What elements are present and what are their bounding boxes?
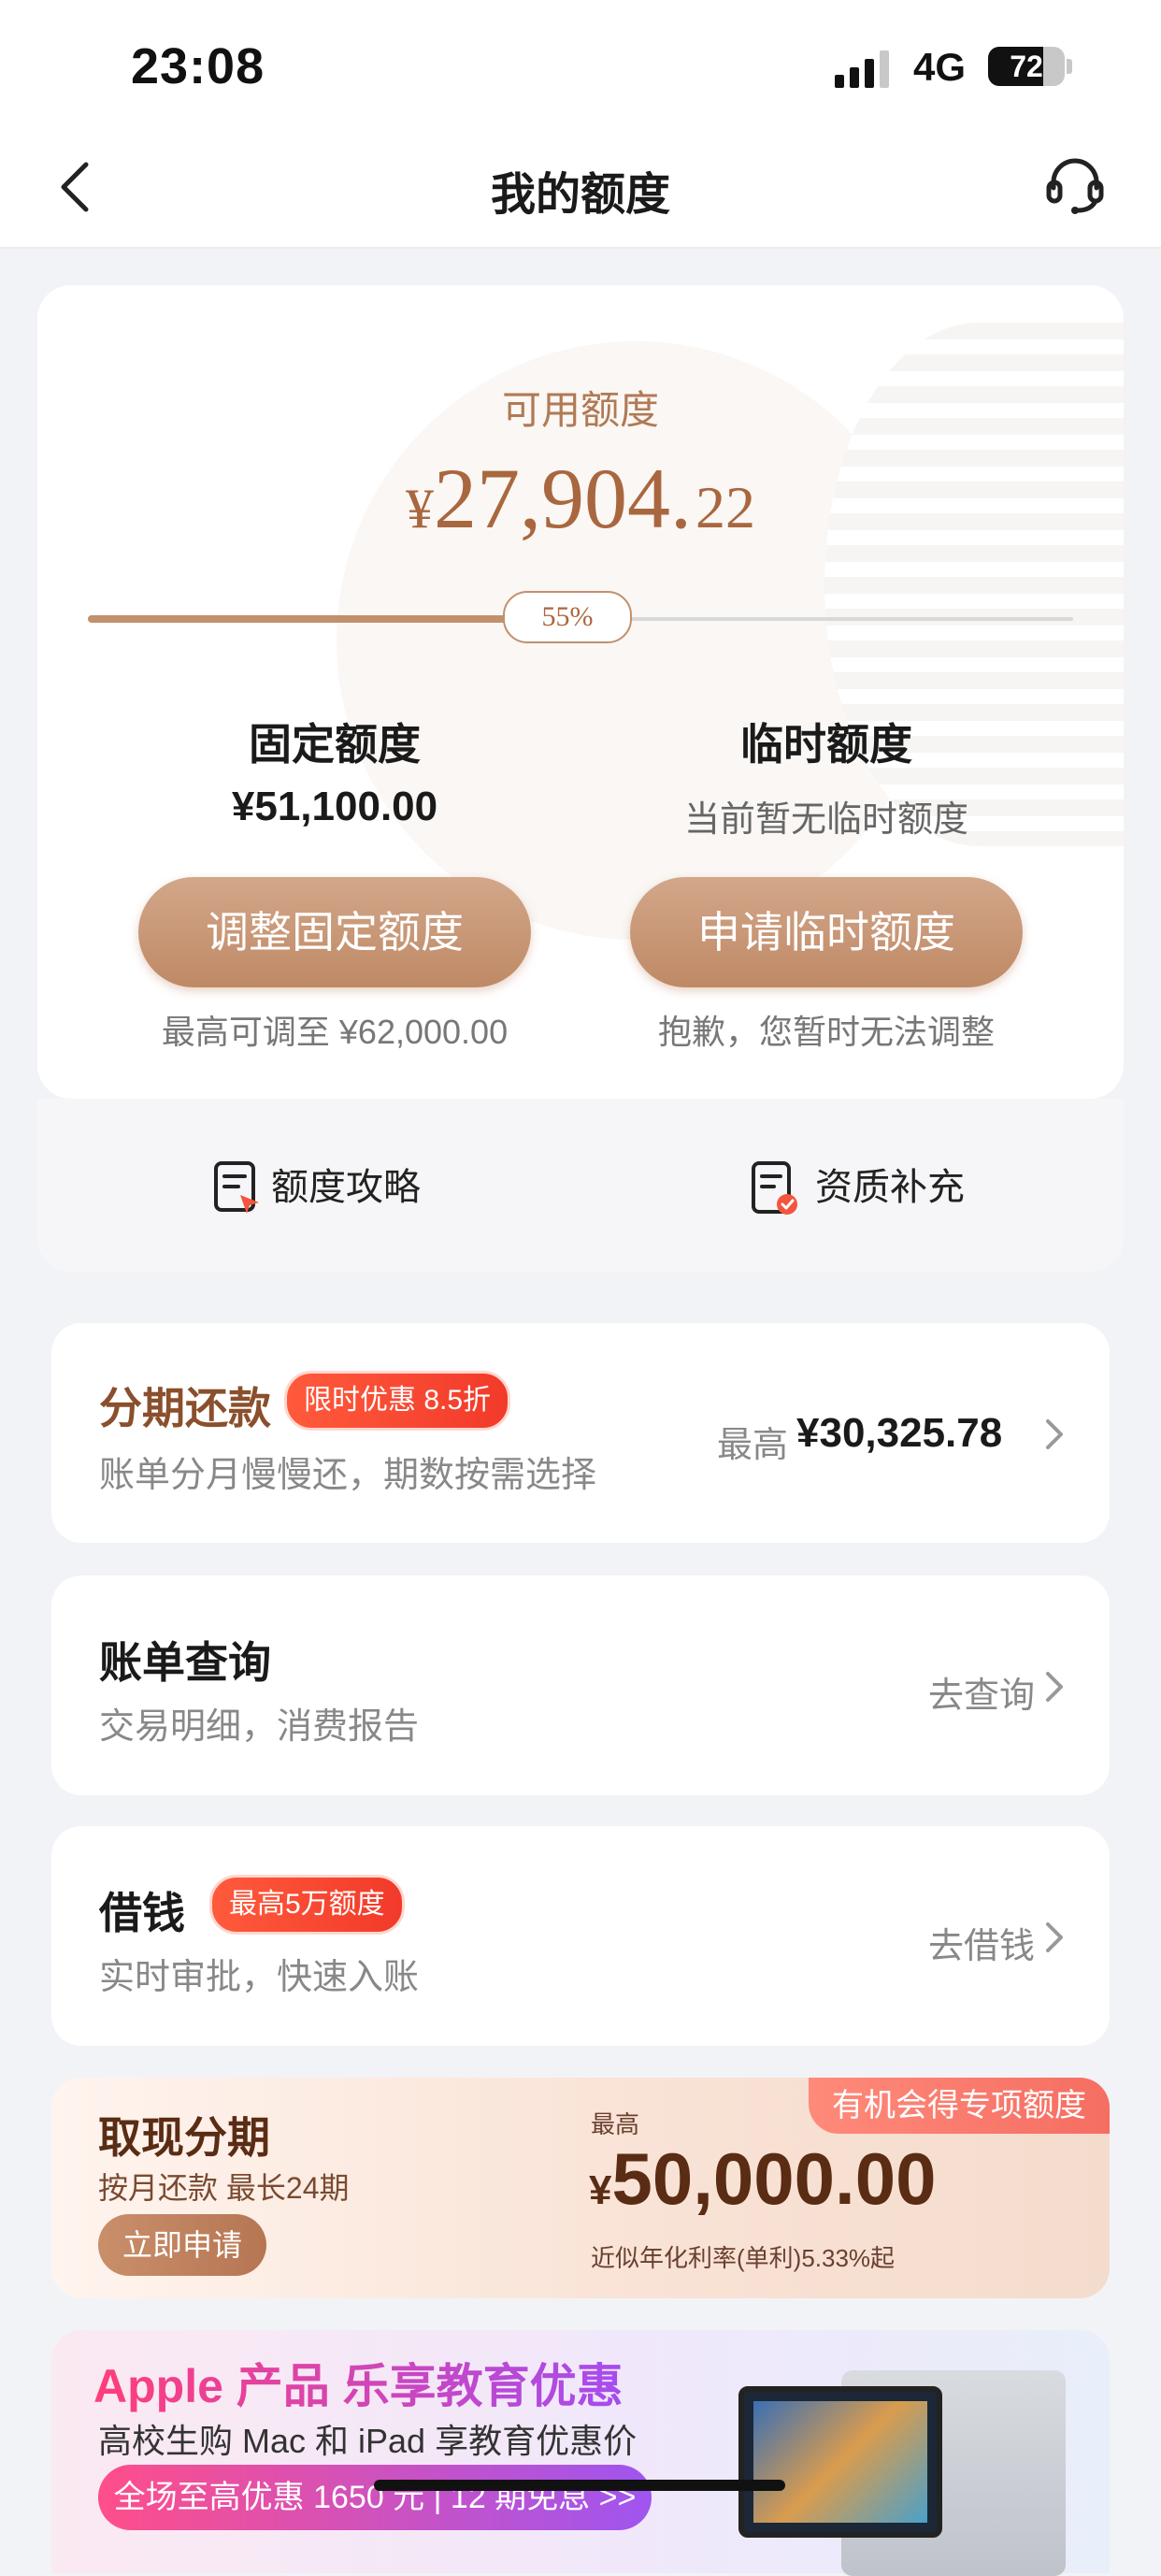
apply-now-button[interactable]: 立即申请 (98, 2214, 266, 2276)
status-time: 23:08 (131, 38, 265, 94)
signal-icon (835, 50, 889, 88)
adjust-fixed-credit-button[interactable]: 调整固定额度 (138, 877, 531, 987)
available-amount: ¥27,904. 22 (0, 449, 1161, 548)
page-title: 我的额度 (490, 170, 670, 220)
usage-percent: 55% (503, 591, 632, 643)
fixed-credit-value: ¥51,100.00 (231, 784, 438, 829)
cash-max-amount: ¥50,000.00 (589, 2137, 937, 2222)
chevron-right-icon (1046, 1672, 1063, 1702)
borrow-title: 借钱 (99, 1889, 185, 1937)
temp-credit-value: 当前暂无临时额度 (683, 800, 968, 840)
available-currency: ¥ (406, 478, 434, 540)
home-indicator (374, 2480, 785, 2491)
temp-credit-note: 抱歉，您暂时无法调整 (657, 1013, 995, 1051)
borrow-action[interactable]: 去借钱 (928, 1917, 1035, 1968)
available-amount-dec: 22 (695, 474, 755, 540)
cash-max-label: 最高 (591, 2110, 640, 2138)
qualification-icon (752, 1161, 797, 1215)
installment-title: 分期还款 (99, 1384, 271, 1432)
fixed-credit-label: 固定额度 (249, 720, 421, 769)
installment-subtitle: 账单分月慢慢还，期数按需选择 (99, 1456, 597, 1495)
borrow-subtitle: 实时审批，快速入账 (99, 1958, 420, 1997)
promo-subtitle: 高校生购 Mac 和 iPad 享教育优惠价 (98, 2422, 638, 2460)
apply-temp-credit-button[interactable]: 申请临时额度 (630, 877, 1023, 987)
temp-credit-label: 临时额度 (740, 720, 912, 769)
cash-installment-subtitle: 按月还款 最长24期 (98, 2171, 350, 2205)
bill-query-subtitle: 交易明细，消费报告 (99, 1707, 420, 1747)
available-amount-int: 27,904. (434, 451, 692, 546)
chevron-right-icon (1046, 1922, 1063, 1952)
installment-max-label: 最高 (717, 1426, 789, 1465)
cash-installment-title: 取现分期 (98, 2114, 270, 2162)
cash-currency: ¥ (589, 2167, 612, 2213)
fixed-credit-note: 最高可调至 ¥62,000.00 (161, 1013, 509, 1051)
qualification-link[interactable]: 资质补充 (815, 1157, 965, 1211)
credit-guide-icon (214, 1161, 259, 1214)
bill-query-title: 账单查询 (99, 1638, 271, 1687)
battery-icon: 72 (988, 47, 1065, 86)
customer-service-icon[interactable] (1044, 154, 1106, 216)
battery-level: 72 (1010, 50, 1043, 83)
available-label: 可用额度 (501, 388, 659, 432)
usage-fill (88, 615, 518, 623)
promo-title: Apple 产品 乐享教育优惠 (93, 2349, 624, 2416)
bill-query-action[interactable]: 去查询 (928, 1666, 1035, 1718)
battery-cap (1067, 59, 1072, 74)
cash-amount: 50,000.00 (611, 2137, 937, 2220)
credit-guide-link[interactable]: 额度攻略 (271, 1157, 421, 1211)
cash-installment-tag: 有机会得专项额度 (809, 2078, 1110, 2134)
installment-max-value: ¥30,325.78 (796, 1410, 1003, 1456)
macbook-image (738, 2386, 942, 2538)
network-type: 4G (913, 45, 967, 89)
borrow-badge: 最高5万额度 (209, 1875, 405, 1935)
installment-badge: 限时优惠 8.5折 (284, 1371, 511, 1431)
promo-pill[interactable]: 全场至高优惠 1650 元 | 12 期免息 >> (98, 2465, 652, 2530)
chevron-right-icon (1046, 1419, 1063, 1449)
cash-rate: 近似年化利率(单利)5.33%起 (591, 2244, 896, 2272)
